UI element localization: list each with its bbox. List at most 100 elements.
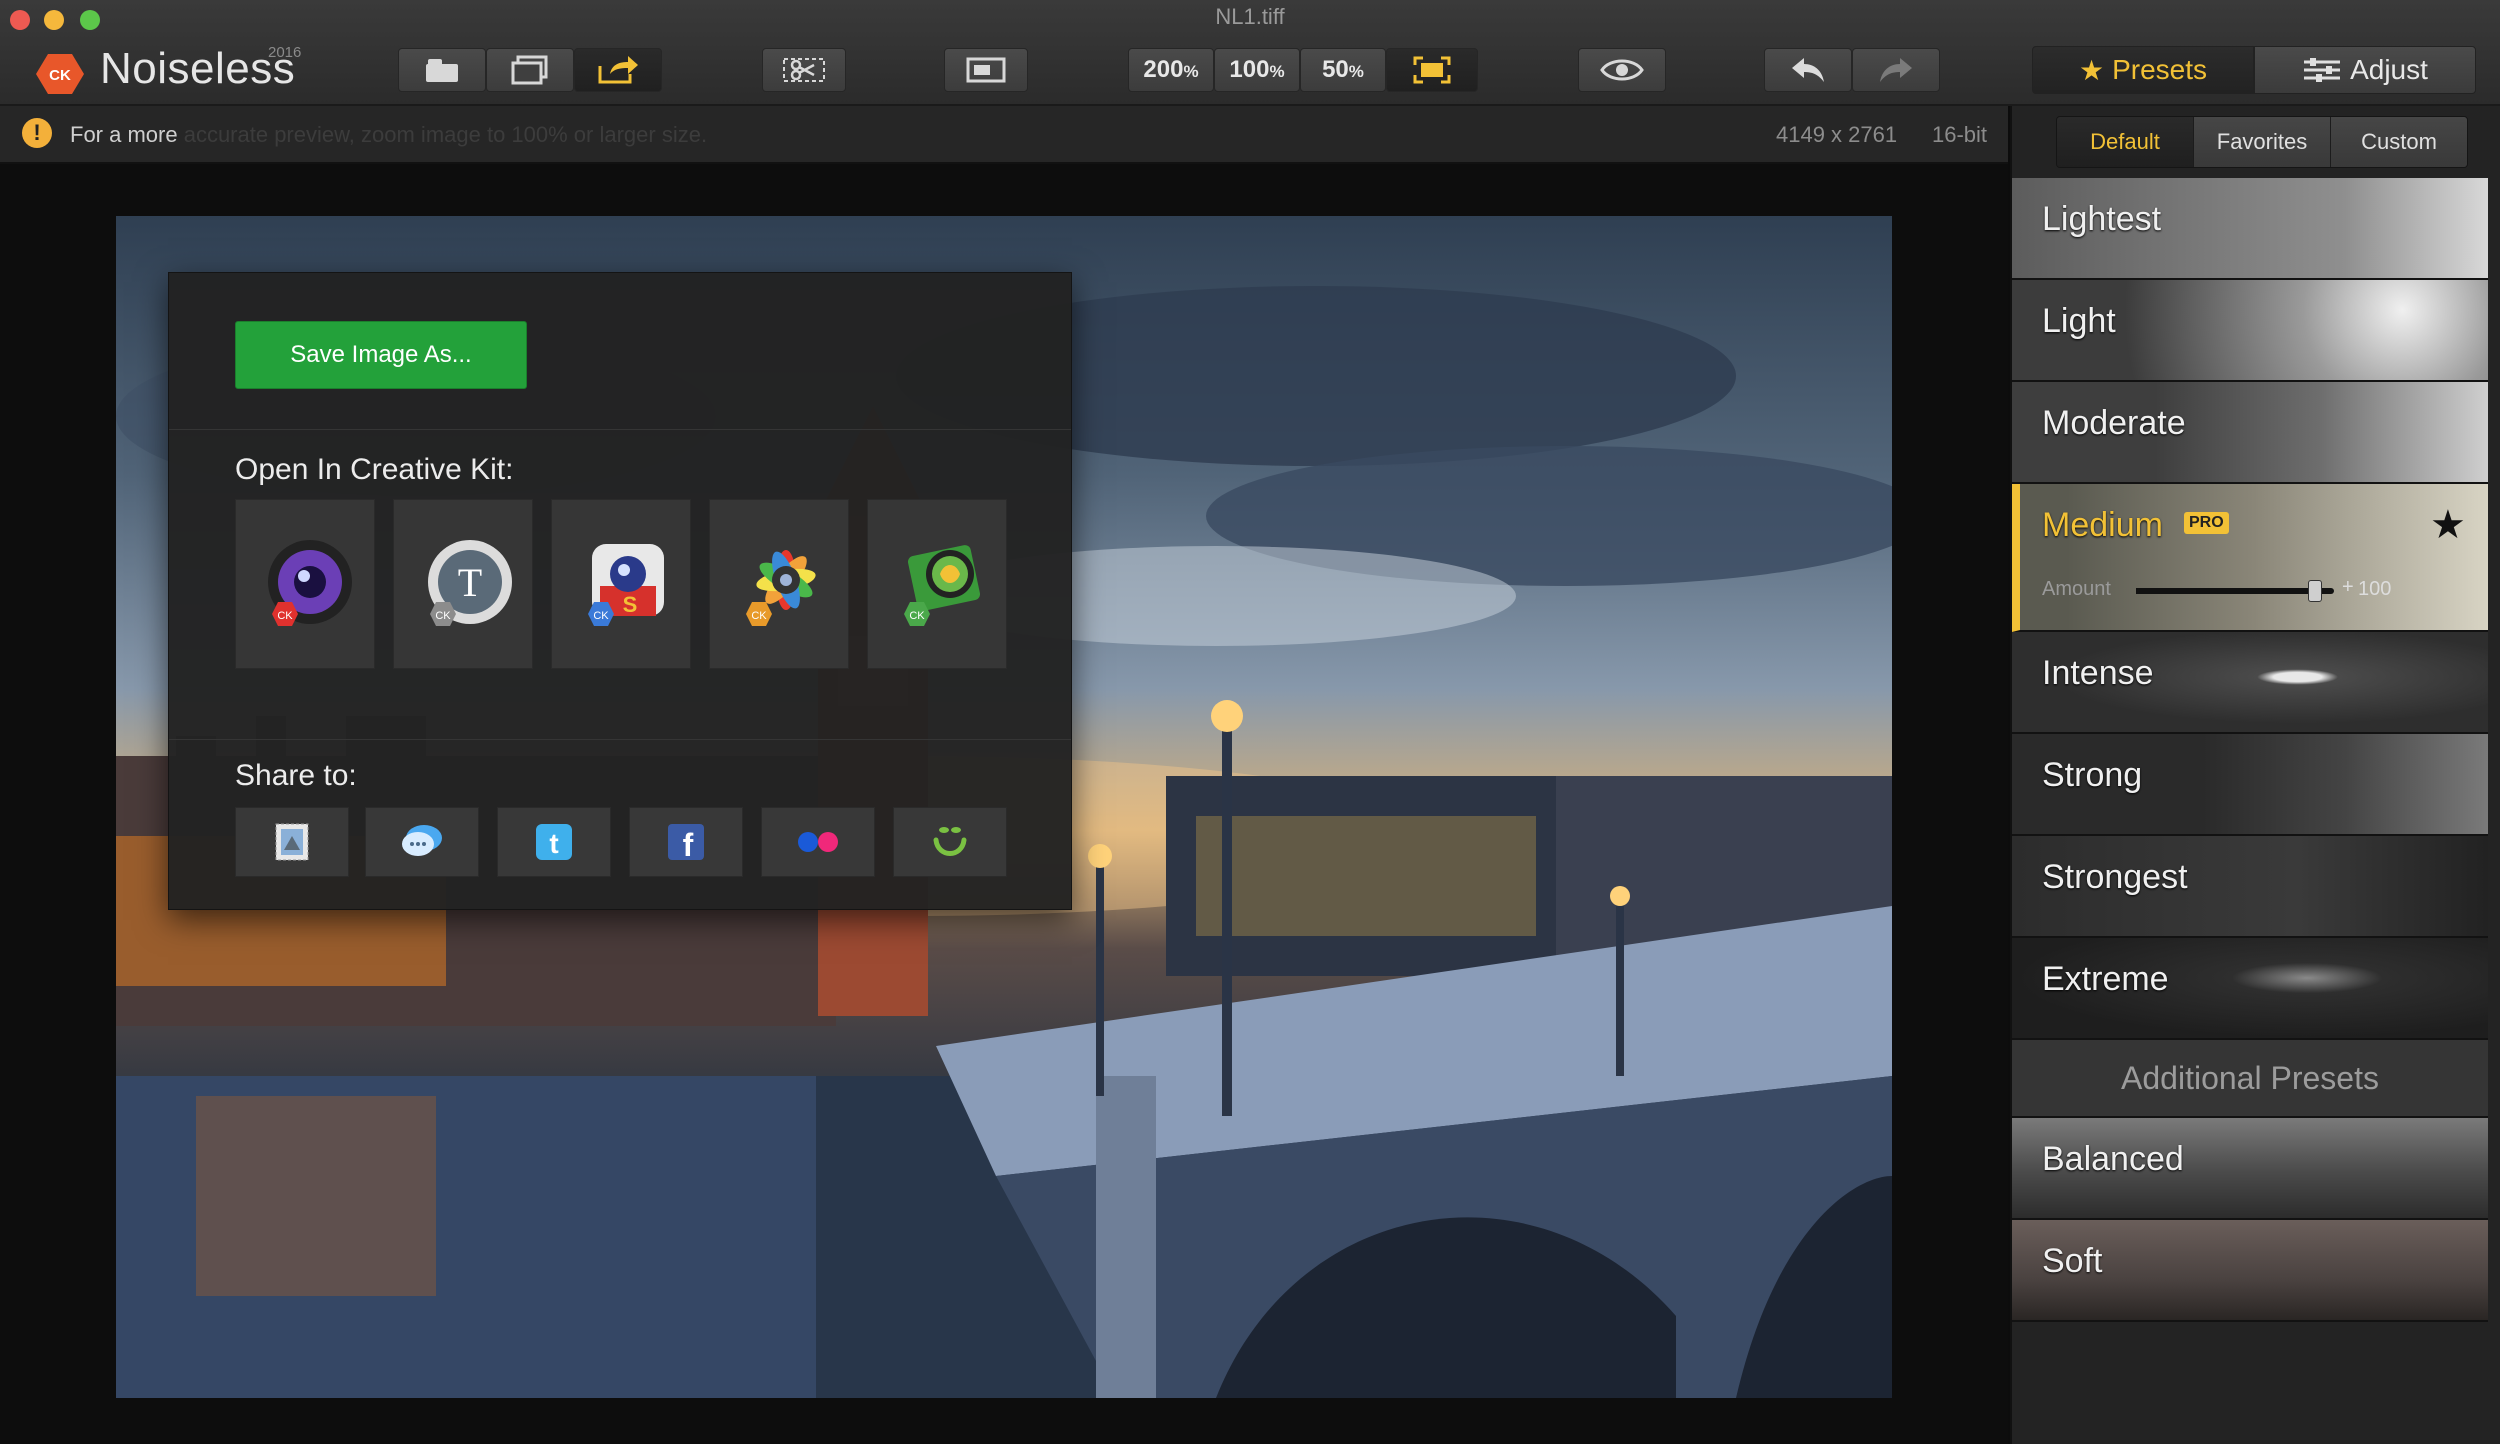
title-bar: NL1.tiff CK Noiseless 2016 200% 100% 50% — [0, 0, 2500, 106]
share-button[interactable] — [574, 48, 662, 92]
app-name: Noiseless — [100, 44, 296, 93]
share-twitter-button[interactable]: t — [497, 807, 611, 877]
share-popover: Save Image As... Open In Creative Kit: C… — [168, 272, 1072, 910]
photolemur-app-icon: CK — [904, 545, 981, 626]
canvas-area[interactable]: Save Image As... Open In Creative Kit: C… — [0, 164, 2008, 1444]
presets-tab-label: Presets — [2112, 54, 2208, 85]
tab-custom[interactable]: Custom — [2331, 117, 2467, 167]
preset-medium-selected[interactable]: Medium PRO ★ Amount + 100 — [2012, 484, 2488, 632]
creative-kit-heading: Open In Creative Kit: — [235, 453, 514, 486]
amount-value: 100 — [2358, 578, 2392, 600]
preset-label: Intense — [2042, 654, 2154, 692]
share-facebook-button[interactable]: f — [629, 807, 743, 877]
preset-soft[interactable]: Soft — [2012, 1220, 2488, 1322]
eye-icon — [1600, 59, 1644, 81]
preset-label: Strongest — [2042, 858, 2188, 896]
kit-app-photolemur[interactable]: CK — [867, 499, 1007, 669]
smugmug-icon — [933, 827, 967, 856]
image-dimensions: 4149 x 2761 — [1776, 122, 1898, 147]
preview-warning-text: For a more accurate preview, zoom image … — [70, 122, 708, 147]
redo-button[interactable] — [1852, 48, 1940, 92]
save-image-as-button[interactable]: Save Image As... — [235, 321, 527, 389]
favorite-star-icon[interactable]: ★ — [2430, 502, 2466, 548]
amount-slider[interactable] — [2136, 580, 2334, 602]
tab-favorites[interactable]: Favorites — [2194, 117, 2331, 167]
preset-label: Light — [2042, 302, 2116, 340]
undo-button[interactable] — [1764, 48, 1852, 92]
additional-presets-header: Additional Presets — [2012, 1040, 2488, 1118]
svg-text:CK: CK — [751, 610, 767, 622]
svg-text:S: S — [623, 592, 638, 617]
sliders-icon — [2304, 58, 2341, 82]
preset-light[interactable]: Light — [2012, 280, 2488, 382]
info-bar: ! For a more accurate preview, zoom imag… — [0, 106, 2008, 164]
preset-list: Lightest Light Moderate Medium PRO ★ Amo… — [2012, 178, 2488, 1322]
scissors-icon — [783, 58, 825, 82]
share-flickr-button[interactable] — [761, 807, 875, 877]
app-logo-icon: CK — [36, 54, 84, 94]
redo-arrow-icon — [1880, 58, 1912, 82]
open-folder-icon — [426, 59, 458, 82]
svg-text:CK: CK — [909, 610, 925, 622]
view-mode-button[interactable] — [944, 48, 1028, 92]
twitter-icon: t — [536, 824, 572, 860]
preset-category-tabs: Default Favorites Custom — [2056, 116, 2468, 168]
single-view-icon — [966, 57, 1006, 83]
fit-screen-icon — [1413, 56, 1451, 84]
batch-icon — [511, 55, 548, 85]
zoom-50-button[interactable]: 50% — [1300, 48, 1386, 92]
svg-text:CK: CK — [435, 610, 451, 622]
preset-label: Lightest — [2042, 200, 2162, 238]
svg-text:T: T — [458, 560, 482, 605]
batch-button[interactable] — [486, 48, 574, 92]
preset-strongest[interactable]: Strongest — [2012, 836, 2488, 938]
kit-app-focus[interactable]: CK — [235, 499, 375, 669]
preset-label: Moderate — [2042, 404, 2186, 442]
mail-stamp-icon — [275, 823, 309, 861]
svg-text:CK: CK — [277, 610, 293, 622]
preset-label: Balanced — [2042, 1140, 2184, 1178]
svg-text:f: f — [683, 827, 694, 862]
preset-label: Medium — [2042, 506, 2163, 544]
share-mail-button[interactable] — [235, 807, 349, 877]
presets-tab[interactable]: ★ Presets — [2032, 46, 2254, 94]
svg-text:CK: CK — [593, 610, 609, 622]
preset-balanced[interactable]: Balanced — [2012, 1118, 2488, 1220]
popover-divider — [169, 429, 1071, 430]
preset-moderate[interactable]: Moderate — [2012, 382, 2488, 484]
kit-app-tonality[interactable]: T CK — [393, 499, 533, 669]
kit-app-intensify[interactable]: CK — [709, 499, 849, 669]
flickr-icon — [798, 832, 838, 852]
intensify-app-icon: CK — [746, 550, 816, 626]
kit-app-snapheal[interactable]: S CK — [551, 499, 691, 669]
share-messages-button[interactable] — [365, 807, 479, 877]
preset-extreme[interactable]: Extreme — [2012, 938, 2488, 1040]
adjust-tab-label: Adjust — [2350, 54, 2428, 85]
preset-lightest[interactable]: Lightest — [2012, 178, 2488, 280]
popover-divider — [169, 739, 1071, 740]
app-logo-text: CK — [49, 67, 71, 84]
tonality-app-icon: T CK — [428, 540, 512, 626]
tab-default[interactable]: Default — [2057, 117, 2194, 167]
share-arrow-icon — [598, 56, 638, 84]
fit-to-screen-button[interactable] — [1386, 48, 1478, 92]
window-title: NL1.tiff — [1215, 4, 1285, 29]
warning-icon: ! — [22, 118, 52, 148]
preset-strong[interactable]: Strong — [2012, 734, 2488, 836]
amount-increase-button[interactable]: + — [2342, 576, 2354, 599]
amount-slider-fill — [2136, 588, 2315, 594]
amount-slider-thumb[interactable] — [2308, 580, 2323, 602]
focus-app-icon: CK — [268, 540, 352, 626]
share-smugmug-button[interactable] — [893, 807, 1007, 877]
zoom-100-button[interactable]: 100% — [1214, 48, 1300, 92]
star-icon: ★ — [2078, 54, 2105, 86]
compare-split-button[interactable] — [762, 48, 846, 92]
zoom-200-button[interactable]: 200% — [1128, 48, 1214, 92]
preset-intense[interactable]: Intense — [2012, 632, 2488, 734]
open-image-button[interactable] — [398, 48, 486, 92]
adjust-tab[interactable]: Adjust — [2254, 46, 2476, 94]
facebook-icon: f — [668, 824, 704, 862]
preview-toggle-button[interactable] — [1578, 48, 1666, 92]
amount-label: Amount — [2042, 578, 2111, 600]
undo-arrow-icon — [1792, 58, 1824, 82]
